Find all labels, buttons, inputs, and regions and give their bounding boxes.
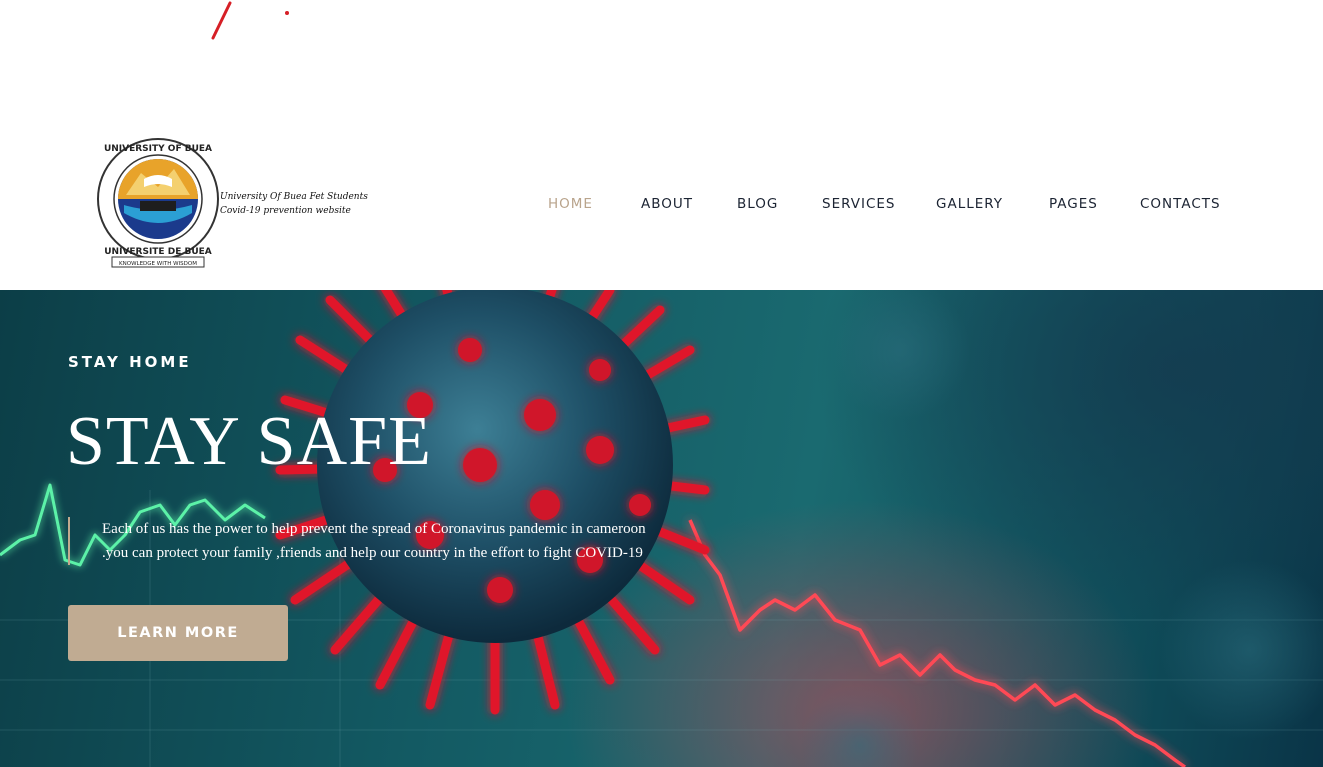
nav-item-services[interactable]: SERVICES xyxy=(822,196,895,212)
hero-description: Each of us has the power to help prevent… xyxy=(68,517,748,565)
main-nav: HOME ABOUT BLOG SERVICES GALLERY PAGES C… xyxy=(0,196,1323,216)
nav-item-about[interactable]: ABOUT xyxy=(641,196,693,212)
coronavirus-illustration-icon xyxy=(275,290,710,715)
nav-item-gallery[interactable]: GALLERY xyxy=(936,196,1003,212)
nav-item-contacts[interactable]: CONTACTS xyxy=(1140,196,1221,212)
hero-description-line2: .you can protect your family ,friends an… xyxy=(102,545,643,561)
hero-description-line1: Each of us has the power to help prevent… xyxy=(102,521,646,537)
hero-banner: STAY HOME STAY SAFE Each of us has the p… xyxy=(0,290,1323,767)
nav-item-blog[interactable]: BLOG xyxy=(737,196,778,212)
nav-item-home[interactable]: HOME xyxy=(548,196,593,212)
hero-eyebrow: STAY HOME xyxy=(68,353,192,371)
red-pen-mark-icon xyxy=(211,1,289,40)
nav-item-pages[interactable]: PAGES xyxy=(1049,196,1098,212)
svg-text:UNIVERSITY OF BUEA: UNIVERSITY OF BUEA xyxy=(104,144,212,154)
learn-more-button[interactable]: LEARN MORE xyxy=(68,605,288,661)
svg-text:KNOWLEDGE WITH WISDOM: KNOWLEDGE WITH WISDOM xyxy=(119,261,197,267)
hero-title: STAY SAFE xyxy=(66,403,432,480)
svg-text:UNIVERSITE DE BUEA: UNIVERSITE DE BUEA xyxy=(104,247,212,257)
top-strip xyxy=(0,0,1323,110)
site-header: UNIVERSITY OF BUEA UNIVERSITE DE BUEA KN… xyxy=(0,110,1323,290)
